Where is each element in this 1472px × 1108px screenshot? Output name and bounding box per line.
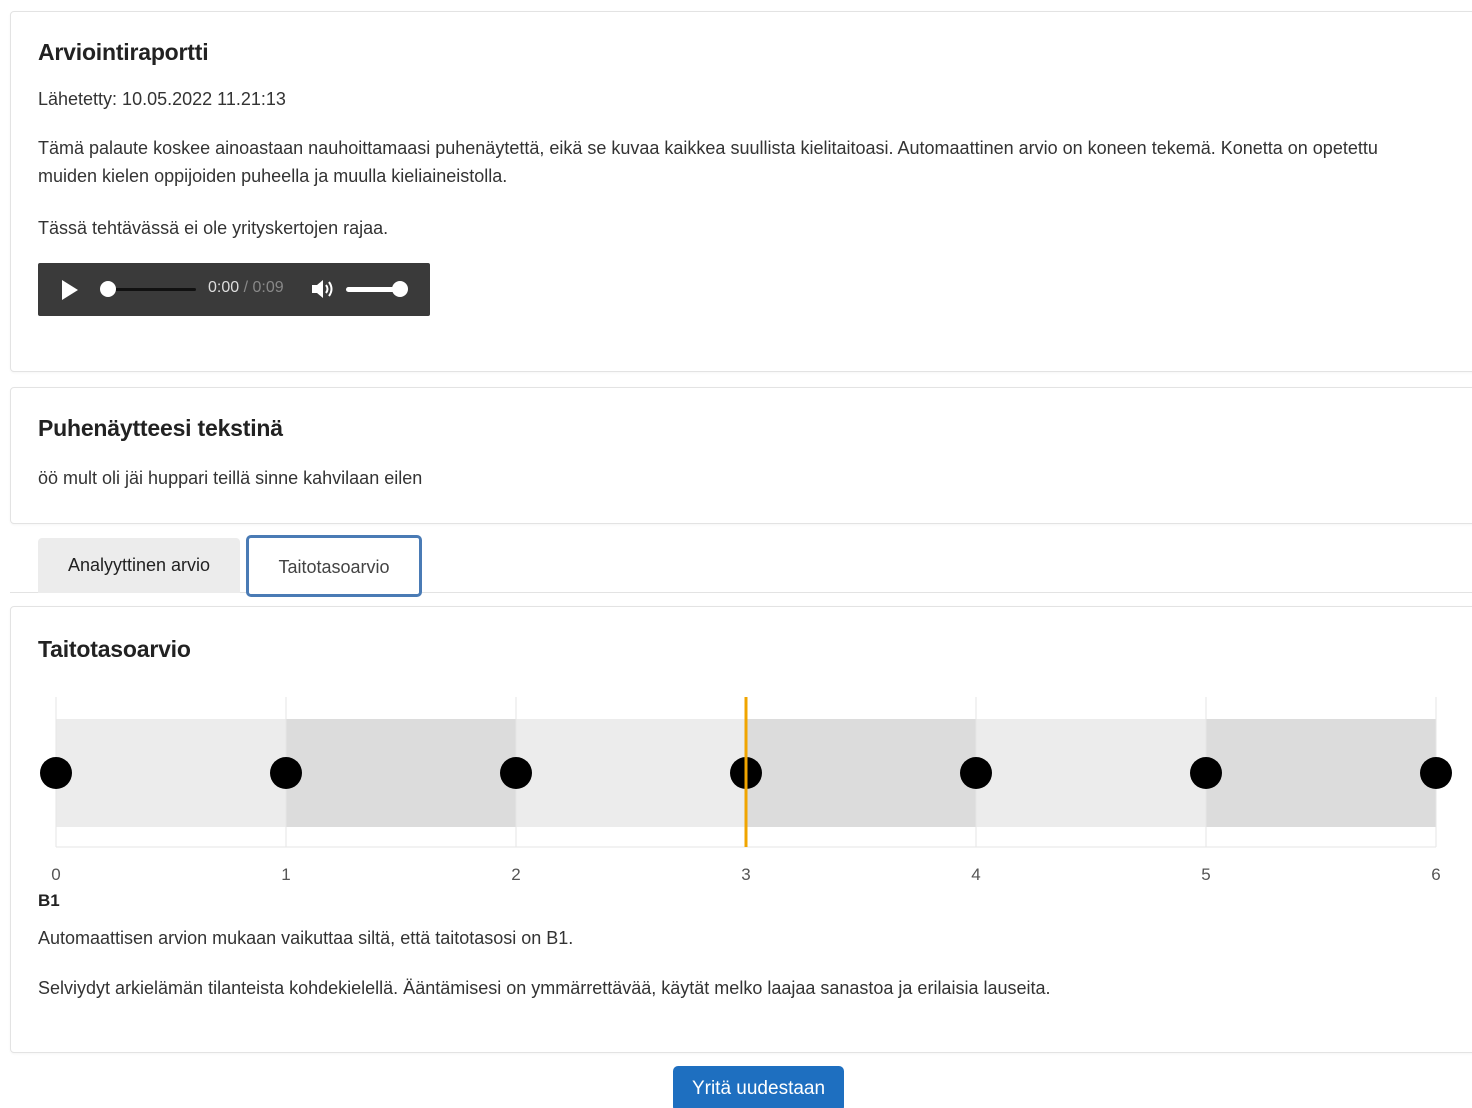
report-title: Arviointiraportti — [38, 39, 209, 65]
attempts-info: Tässä tehtävässä ei ole yrityskertojen r… — [38, 218, 389, 238]
volume-icon[interactable] — [310, 277, 336, 301]
level-band — [286, 719, 516, 827]
time-separator: / — [239, 279, 253, 296]
level-card: Taitotasoarvio 0123456 B1 Automaattisen … — [10, 606, 1472, 1053]
x-tick-label: 0 — [51, 865, 60, 884]
x-tick-label: 3 — [741, 865, 750, 884]
level-point — [500, 757, 532, 789]
duration: 0:09 — [252, 279, 284, 296]
tab-level[interactable]: Taitotasoarvio — [246, 535, 422, 597]
level-band — [56, 719, 286, 827]
transcript-card: Puhenäytteesi tekstinä öö mult oli jäi h… — [10, 387, 1472, 524]
volume-handle[interactable] — [392, 281, 408, 297]
level-point — [270, 757, 302, 789]
x-tick-label: 2 — [511, 865, 520, 884]
retry-button[interactable]: Yritä uudestaan — [673, 1066, 844, 1108]
audio-time: 0:00 / 0:09 — [208, 279, 284, 297]
transcript-text: öö mult oli jäi huppari teillä sinne kah… — [38, 468, 423, 488]
play-icon[interactable] — [62, 280, 78, 300]
level-chart: 0 1 2 3 4 5 6 — [40, 697, 1452, 884]
level-band — [1206, 719, 1436, 827]
tab-analytic[interactable]: Analyyttinen arvio — [38, 538, 240, 593]
level-band — [746, 719, 976, 827]
report-intro: Tämä palaute koskee ainoastaan nauhoitta… — [38, 138, 1378, 186]
seek-bar[interactable] — [108, 288, 196, 291]
level-band — [976, 719, 1206, 827]
x-tick-label: 1 — [281, 865, 290, 884]
level-code: B1 — [38, 891, 60, 910]
level-point — [1190, 757, 1222, 789]
level-summary: Automaattisen arvion mukaan vaikuttaa si… — [38, 928, 574, 948]
level-band — [516, 719, 746, 827]
x-tick-label: 6 — [1431, 865, 1440, 884]
x-tick-label: 4 — [971, 865, 980, 884]
sent-timestamp: Lähetetty: 10.05.2022 11.21:13 — [38, 89, 286, 109]
level-description: Selviydyt arkielämän tilanteista kohdeki… — [38, 978, 1051, 998]
level-point — [1420, 757, 1452, 789]
level-point — [960, 757, 992, 789]
current-time: 0:00 — [208, 279, 240, 296]
x-tick-label: 5 — [1201, 865, 1210, 884]
audio-player: 0:00 / 0:09 — [38, 263, 430, 316]
seek-handle[interactable] — [100, 281, 116, 297]
transcript-title: Puhenäytteesi tekstinä — [38, 415, 283, 441]
level-point — [40, 757, 72, 789]
report-card: Arviointiraportti Lähetetty: 10.05.2022 … — [10, 11, 1472, 372]
